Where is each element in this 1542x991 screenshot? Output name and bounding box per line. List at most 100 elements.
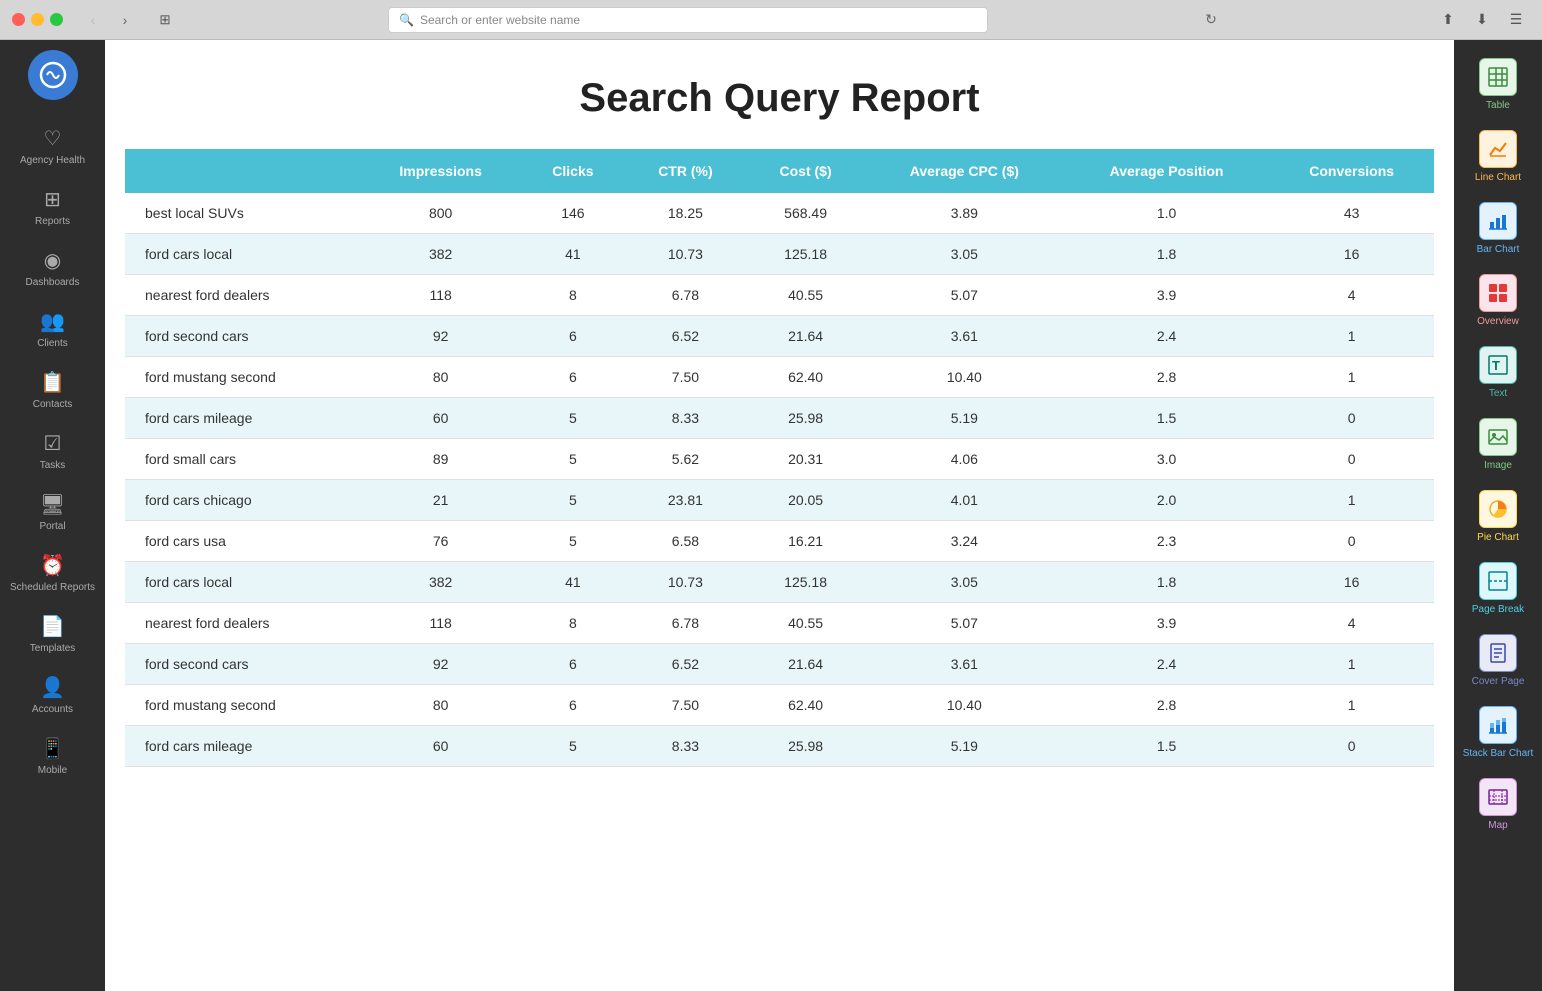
data-cell: 3.89 xyxy=(865,193,1064,234)
panel-item-line-chart[interactable]: Line Chart xyxy=(1454,122,1542,192)
data-cell: 1 xyxy=(1269,316,1434,357)
col-ctr: CTR (%) xyxy=(625,149,747,193)
col-conversions: Conversions xyxy=(1269,149,1434,193)
close-button[interactable] xyxy=(12,13,25,26)
more-button[interactable]: ☰ xyxy=(1502,8,1530,32)
data-cell: 43 xyxy=(1269,193,1434,234)
data-cell: 3.9 xyxy=(1064,275,1270,316)
panel-item-overview[interactable]: Overview xyxy=(1454,266,1542,336)
data-cell: 1 xyxy=(1269,357,1434,398)
forward-button[interactable]: › xyxy=(111,8,139,32)
maximize-button[interactable] xyxy=(50,13,63,26)
minimize-button[interactable] xyxy=(31,13,44,26)
data-cell: 0 xyxy=(1269,521,1434,562)
data-cell: 80 xyxy=(360,357,521,398)
sidebar-item-label: Dashboards xyxy=(26,277,80,289)
query-cell: ford cars mileage xyxy=(125,398,360,439)
layout-button[interactable]: ⊞ xyxy=(151,8,179,32)
data-cell: 40.55 xyxy=(746,275,865,316)
data-cell: 0 xyxy=(1269,726,1434,767)
tasks-icon: ☑ xyxy=(44,431,62,456)
data-cell: 60 xyxy=(360,398,521,439)
panel-item-map[interactable]: Map xyxy=(1454,770,1542,840)
panel-item-page-break[interactable]: Page Break xyxy=(1454,554,1542,624)
data-cell: 1 xyxy=(1269,480,1434,521)
data-cell: 8 xyxy=(521,603,624,644)
sidebar-item-label: Clients xyxy=(37,338,68,350)
download-button[interactable]: ⬇ xyxy=(1468,8,1496,32)
table-row: ford cars chicago21523.8120.054.012.01 xyxy=(125,480,1434,521)
data-cell: 1.5 xyxy=(1064,726,1270,767)
sidebar-item-mobile[interactable]: 📱 Mobile xyxy=(0,726,105,787)
data-cell: 62.40 xyxy=(746,357,865,398)
overview-icon xyxy=(1487,282,1509,304)
sidebar-item-clients[interactable]: 👥 Clients xyxy=(0,299,105,360)
sidebar-item-accounts[interactable]: 👤 Accounts xyxy=(0,665,105,726)
data-cell: 6.78 xyxy=(625,275,747,316)
data-cell: 382 xyxy=(360,562,521,603)
panel-item-bar-chart[interactable]: Bar Chart xyxy=(1454,194,1542,264)
data-cell: 20.05 xyxy=(746,480,865,521)
address-text: Search or enter website name xyxy=(420,13,580,27)
line-chart-icon xyxy=(1487,138,1509,160)
address-bar[interactable]: 🔍 Search or enter website name xyxy=(388,7,988,33)
query-cell: ford cars chicago xyxy=(125,480,360,521)
sidebar: ♡ Agency Health ⊞ Reports ◉ Dashboards 👥… xyxy=(0,40,105,991)
query-cell: nearest ford dealers xyxy=(125,275,360,316)
right-panel: Table Line Chart Bar Chart xyxy=(1454,40,1542,991)
data-cell: 4.01 xyxy=(865,480,1064,521)
image-icon-box xyxy=(1479,418,1517,456)
back-button[interactable]: ‹ xyxy=(79,8,107,32)
panel-item-stack-bar-chart[interactable]: Stack Bar Chart xyxy=(1454,698,1542,768)
sidebar-item-tasks[interactable]: ☑ Tasks xyxy=(0,421,105,482)
sidebar-item-dashboards[interactable]: ◉ Dashboards xyxy=(0,238,105,299)
data-cell: 2.8 xyxy=(1064,357,1270,398)
panel-item-pie-chart[interactable]: Pie Chart xyxy=(1454,482,1542,552)
text-icon: T xyxy=(1487,354,1509,376)
panel-item-image[interactable]: Image xyxy=(1454,410,1542,480)
bar-chart-icon-box xyxy=(1479,202,1517,240)
panel-item-text[interactable]: T Text xyxy=(1454,338,1542,408)
table-icon xyxy=(1487,66,1509,88)
sidebar-item-templates[interactable]: 📄 Templates xyxy=(0,604,105,665)
sidebar-item-label: Agency Health xyxy=(20,155,85,167)
data-cell: 10.73 xyxy=(625,562,747,603)
text-label: Text xyxy=(1489,388,1507,400)
data-cell: 118 xyxy=(360,603,521,644)
sidebar-item-contacts[interactable]: 📋 Contacts xyxy=(0,360,105,421)
data-cell: 21 xyxy=(360,480,521,521)
data-cell: 89 xyxy=(360,439,521,480)
data-cell: 118 xyxy=(360,275,521,316)
data-cell: 3.05 xyxy=(865,562,1064,603)
overview-label: Overview xyxy=(1477,316,1519,328)
data-cell: 146 xyxy=(521,193,624,234)
query-cell: nearest ford dealers xyxy=(125,603,360,644)
sidebar-item-portal[interactable]: 🖥 Portal xyxy=(0,482,105,543)
panel-item-cover-page[interactable]: Cover Page xyxy=(1454,626,1542,696)
query-cell: ford second cars xyxy=(125,644,360,685)
portal-icon: 🖥 xyxy=(40,492,65,517)
templates-icon: 📄 xyxy=(40,614,65,639)
data-cell: 568.49 xyxy=(746,193,865,234)
share-button[interactable]: ⬆ xyxy=(1434,8,1462,32)
sidebar-item-agency-health[interactable]: ♡ Agency Health xyxy=(0,116,105,177)
reload-button[interactable]: ↻ xyxy=(1197,8,1225,32)
sidebar-item-reports[interactable]: ⊞ Reports xyxy=(0,177,105,238)
data-cell: 5.19 xyxy=(865,398,1064,439)
data-cell: 16 xyxy=(1269,562,1434,603)
sidebar-item-scheduled-reports[interactable]: ⏰ Scheduled Reports xyxy=(0,543,105,604)
table-header-row: Impressions Clicks CTR (%) Cost ($) Aver… xyxy=(125,149,1434,193)
query-cell: ford small cars xyxy=(125,439,360,480)
data-cell: 1.0 xyxy=(1064,193,1270,234)
panel-item-table[interactable]: Table xyxy=(1454,50,1542,120)
agency-health-icon: ♡ xyxy=(44,126,62,151)
data-cell: 25.98 xyxy=(746,398,865,439)
table-row: ford mustang second8067.5062.4010.402.81 xyxy=(125,357,1434,398)
sidebar-logo[interactable] xyxy=(28,50,78,100)
cover-page-label: Cover Page xyxy=(1472,676,1525,688)
data-cell: 10.73 xyxy=(625,234,747,275)
sidebar-item-label: Templates xyxy=(30,643,76,655)
query-cell: ford second cars xyxy=(125,316,360,357)
page-break-icon-box xyxy=(1479,562,1517,600)
data-cell: 800 xyxy=(360,193,521,234)
